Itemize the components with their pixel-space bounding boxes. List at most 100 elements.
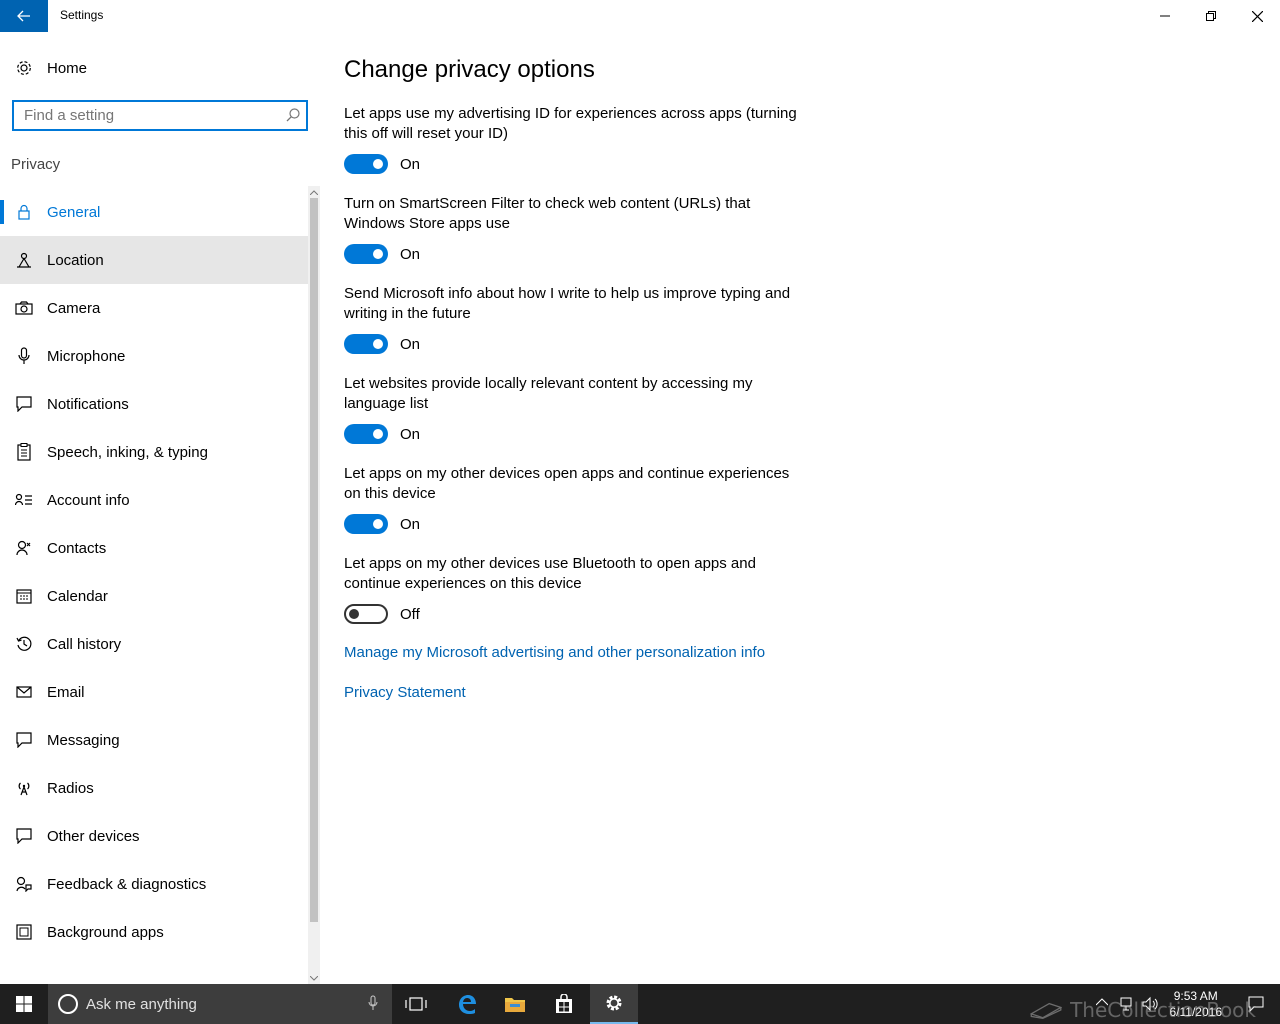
- speech-icon: [0, 443, 47, 461]
- close-button[interactable]: [1234, 0, 1280, 32]
- back-button[interactable]: [0, 0, 48, 32]
- sidebar-item-microphone[interactable]: Microphone: [0, 332, 308, 380]
- watermark-text: TheCollectionBook: [1070, 998, 1256, 1022]
- sidebar-item-label: Call history: [47, 635, 122, 653]
- sidebar-item-camera[interactable]: Camera: [0, 284, 308, 332]
- scroll-down-arrow-icon[interactable]: [308, 972, 320, 984]
- sidebar-item-label: Camera: [47, 299, 101, 317]
- microphone-icon[interactable]: [368, 995, 378, 1011]
- gear-icon: [0, 59, 47, 77]
- sidebar-item-contacts[interactable]: Contacts: [0, 524, 308, 572]
- scroll-thumb[interactable]: [310, 198, 318, 922]
- store-app-button[interactable]: [540, 984, 588, 1024]
- windows-logo-icon: [16, 996, 32, 1012]
- toggle-state-label: On: [400, 245, 421, 263]
- sidebar-item-messaging[interactable]: Messaging: [0, 716, 308, 764]
- privacy-option: Turn on SmartScreen Filter to check web …: [344, 194, 804, 264]
- toggle-state-label: Off: [400, 605, 420, 623]
- sidebar-item-background-apps[interactable]: Background apps: [0, 908, 308, 956]
- settings-app-button[interactable]: [590, 984, 638, 1024]
- sidebar-item-general[interactable]: General: [0, 188, 308, 236]
- sidebar-item-label: Notifications: [47, 395, 129, 413]
- location-icon: [0, 252, 47, 268]
- contacts-icon: [0, 540, 47, 556]
- sidebar-item-label: Radios: [47, 779, 94, 797]
- privacy-option: Let websites provide locally relevant co…: [344, 374, 804, 444]
- scroll-up-arrow-icon[interactable]: [308, 186, 320, 198]
- language-list-toggle[interactable]: [344, 424, 388, 444]
- smartscreen-toggle[interactable]: [344, 244, 388, 264]
- cortana-search-box[interactable]: Ask me anything: [48, 984, 392, 1024]
- privacy-option: Let apps on my other devices use Bluetoo…: [344, 554, 804, 624]
- lock-icon: [0, 204, 47, 220]
- title-bar: Settings: [0, 0, 1280, 32]
- advertising-id-toggle[interactable]: [344, 154, 388, 174]
- privacy-option: Let apps use my advertising ID for exper…: [344, 104, 804, 174]
- account-info-icon: [0, 493, 47, 507]
- privacy-option: Send Microsoft info about how I write to…: [344, 284, 804, 354]
- restore-button[interactable]: [1188, 0, 1234, 32]
- option-description: Let websites provide locally relevant co…: [344, 375, 753, 412]
- radios-icon: [0, 780, 47, 796]
- edge-app-button[interactable]: [443, 984, 491, 1024]
- task-view-icon: [405, 997, 427, 1011]
- other-devices-toggle[interactable]: [344, 514, 388, 534]
- window-title: Settings: [60, 8, 104, 22]
- sidebar-item-radios[interactable]: Radios: [0, 764, 308, 812]
- sidebar-item-label: Email: [47, 683, 85, 701]
- sidebar-item-other-devices[interactable]: Other devices: [0, 812, 308, 860]
- search-box[interactable]: [12, 100, 308, 131]
- sidebar-item-feedback[interactable]: Feedback & diagnostics: [0, 860, 308, 908]
- task-view-button[interactable]: [392, 984, 440, 1024]
- toggle-state-label: On: [400, 515, 421, 533]
- file-explorer-button[interactable]: [491, 984, 539, 1024]
- search-input[interactable]: [14, 102, 274, 129]
- sidebar-item-label: General: [47, 203, 101, 221]
- email-icon: [0, 686, 47, 698]
- section-label: Privacy: [11, 156, 61, 173]
- other-devices-icon: [0, 828, 47, 844]
- call-history-icon: [0, 636, 47, 652]
- calendar-icon: [0, 588, 47, 604]
- bluetooth-devices-toggle[interactable]: [344, 604, 388, 624]
- close-icon: [1251, 10, 1263, 22]
- cortana-placeholder: Ask me anything: [86, 995, 197, 1013]
- typing-info-toggle[interactable]: [344, 334, 388, 354]
- start-button[interactable]: [0, 984, 48, 1024]
- sidebar-item-call-history[interactable]: Call history: [0, 620, 308, 668]
- sidebar-item-account-info[interactable]: Account info: [0, 476, 308, 524]
- home-nav-item[interactable]: Home: [0, 52, 308, 84]
- minimize-button[interactable]: [1142, 0, 1188, 32]
- home-label: Home: [47, 59, 88, 77]
- nav-list: General Location Camera Microphone Notif…: [0, 188, 308, 956]
- camera-icon: [0, 301, 47, 315]
- book-icon: [1030, 1002, 1063, 1020]
- edge-icon: [459, 995, 476, 1014]
- sidebar-item-email[interactable]: Email: [0, 668, 308, 716]
- sidebar-item-label: Background apps: [47, 923, 164, 941]
- sidebar-item-label: Messaging: [47, 731, 120, 749]
- sidebar-item-notifications[interactable]: Notifications: [0, 380, 308, 428]
- toggle-state-label: On: [400, 155, 421, 173]
- background-apps-icon: [0, 924, 47, 940]
- option-description: Let apps use my advertising ID for exper…: [344, 105, 797, 142]
- sidebar-item-calendar[interactable]: Calendar: [0, 572, 308, 620]
- feedback-icon: [0, 876, 47, 892]
- page-title: Change privacy options: [344, 56, 595, 83]
- option-description: Let apps on my other devices use Bluetoo…: [344, 555, 756, 592]
- manage-advertising-link[interactable]: Manage my Microsoft advertising and othe…: [344, 644, 765, 661]
- folder-icon: [505, 998, 525, 1012]
- sidebar-item-label: Other devices: [47, 827, 140, 845]
- search-icon: [286, 108, 300, 122]
- privacy-statement-link[interactable]: Privacy Statement: [344, 684, 466, 701]
- toggle-state-label: On: [400, 335, 421, 353]
- sidebar: Home Privacy General Location Camera Mic…: [0, 32, 320, 984]
- option-description: Let apps on my other devices open apps a…: [344, 465, 790, 502]
- toggle-state-label: On: [400, 425, 421, 443]
- sidebar-item-location[interactable]: Location: [0, 236, 308, 284]
- sidebar-item-speech[interactable]: Speech, inking, & typing: [0, 428, 308, 476]
- microphone-icon: [0, 347, 47, 365]
- store-icon: [556, 994, 572, 1013]
- nav-scrollbar[interactable]: [308, 186, 320, 984]
- option-description: Send Microsoft info about how I write to…: [344, 285, 791, 322]
